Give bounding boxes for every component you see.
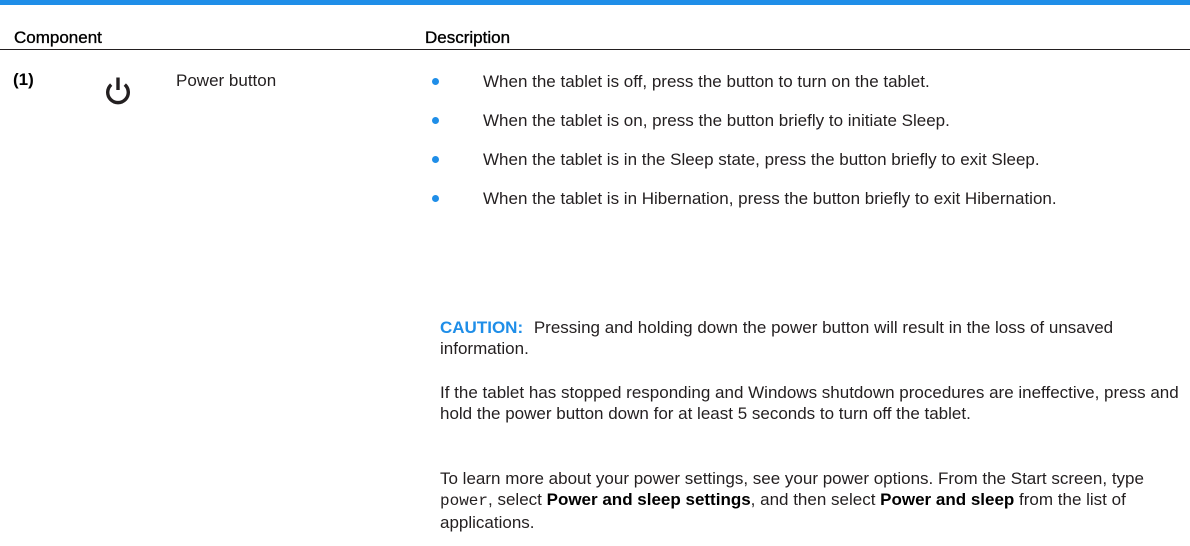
bullet-text: When the tablet is off, press the button…	[483, 72, 930, 91]
description-bullets: When the tablet is off, press the button…	[431, 71, 1181, 227]
paragraph-text: , select	[488, 490, 547, 509]
bullet-dot-icon	[432, 195, 439, 202]
bold-power-and-sleep: Power and sleep	[880, 490, 1015, 509]
bold-power-sleep-settings: Power and sleep settings	[546, 490, 751, 509]
bullet-text: When the tablet is in Hibernation, press…	[483, 189, 1057, 208]
list-item: When the tablet is in the Sleep state, p…	[431, 149, 1181, 170]
paragraph-text: To learn more about your power settings,…	[440, 469, 1144, 488]
unresponsive-paragraph: If the tablet has stopped responding and…	[440, 383, 1179, 423]
bullet-dot-icon	[432, 117, 439, 124]
list-item: When the tablet is in Hibernation, press…	[431, 188, 1181, 209]
paragraph-text: , and then select	[750, 490, 881, 509]
caution-label: CAUTION:	[440, 318, 524, 337]
code-power: power	[440, 492, 489, 510]
component-name: Power button	[176, 71, 277, 90]
list-item: When the tablet is off, press the button…	[431, 71, 1181, 92]
list-item: When the tablet is on, press the button …	[431, 110, 1181, 131]
header-description: Description	[425, 28, 511, 47]
component-table: Component Description (1) Power button W…	[0, 0, 1190, 546]
caution-text: Pressing and holding down the power butt…	[440, 318, 1114, 358]
row-number: (1)	[13, 70, 34, 89]
power-icon	[106, 77, 130, 105]
bullet-text: When the tablet is on, press the button …	[483, 111, 950, 130]
table-header-row: Component Description	[0, 5, 1190, 49]
power-settings-paragraph: To learn more about your power settings,…	[440, 468, 1180, 533]
bullet-dot-icon	[432, 156, 439, 163]
header-component: Component	[14, 28, 102, 47]
bullet-dot-icon	[432, 78, 439, 85]
table-header-rule	[0, 49, 1190, 50]
caution-note: CAUTION: Pressing and holding down the p…	[440, 317, 1180, 359]
bullet-text: When the tablet is in the Sleep state, p…	[483, 150, 1040, 169]
